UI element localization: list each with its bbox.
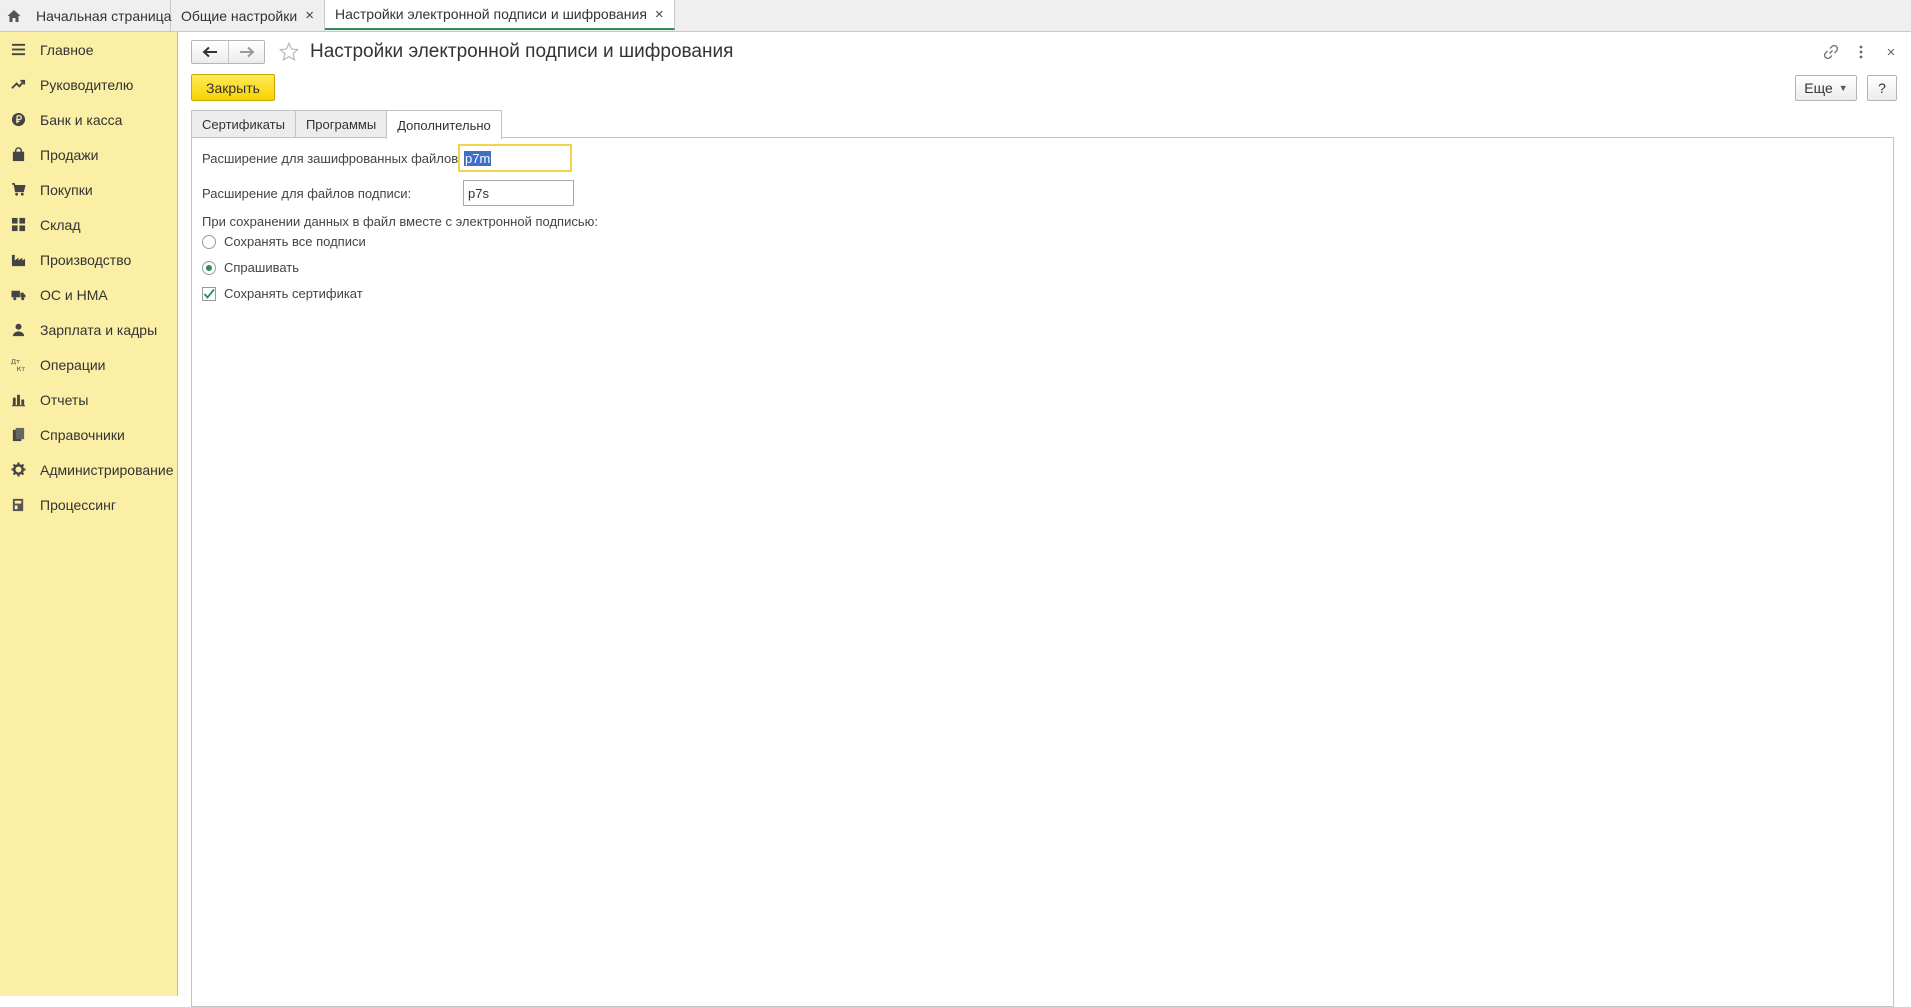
gear-icon xyxy=(10,462,26,478)
signature-ext-field[interactable] xyxy=(463,180,574,206)
trend-icon xyxy=(10,77,26,93)
radio-button-selected[interactable] xyxy=(202,260,216,275)
save-certificate-row[interactable]: Сохранять сертификат xyxy=(202,286,363,301)
forward-button[interactable] xyxy=(228,41,264,63)
encrypted-ext-row: Расширение для зашифрованных файлов: p7m xyxy=(202,144,572,172)
link-icon[interactable] xyxy=(1821,42,1841,62)
close-button[interactable]: Закрыть xyxy=(191,74,275,101)
tab-additional[interactable]: Дополнительно xyxy=(386,110,502,139)
signature-ext-row: Расширение для файлов подписи: xyxy=(202,180,574,206)
signature-ext-label: Расширение для файлов подписи: xyxy=(202,185,412,201)
sidebar-item-salary[interactable]: Зарплата и кадры xyxy=(0,312,177,347)
sidebar-item-label: Администрирование xyxy=(40,461,174,478)
save-certificate-label: Сохранять сертификат xyxy=(224,286,363,301)
sidebar-item-label: Склад xyxy=(40,216,81,233)
radio-label: Спрашивать xyxy=(224,260,300,275)
tab-programs[interactable]: Программы xyxy=(294,110,388,138)
sidebar-item-label: Банк и касса xyxy=(40,111,123,128)
sidebar-item-reports[interactable]: Отчеты xyxy=(0,382,177,417)
tab-home-label: Начальная страница xyxy=(36,7,172,24)
grid-icon xyxy=(10,217,26,233)
home-icon xyxy=(6,8,22,24)
sidebar-item-label: Справочники xyxy=(40,426,125,443)
sidebar-item-label: Процессинг xyxy=(40,496,116,513)
sidebar-item-sales[interactable]: Продажи xyxy=(0,137,177,172)
window-close-icon[interactable]: × xyxy=(1881,42,1901,62)
top-tab-bar: Начальная страница Общие настройки × Нас… xyxy=(0,0,1911,32)
encrypted-ext-label: Расширение для зашифрованных файлов: xyxy=(202,150,462,166)
ruble-icon xyxy=(10,112,26,128)
back-button[interactable] xyxy=(192,41,228,63)
chevron-down-icon: ▼ xyxy=(1838,83,1848,93)
tab-home[interactable]: Начальная страница xyxy=(0,0,171,31)
radio-dot-icon xyxy=(206,264,212,271)
bag-icon xyxy=(10,147,26,163)
sidebar-item-label: Операции xyxy=(40,356,106,373)
tab-panel-additional: Расширение для зашифрованных файлов: p7m… xyxy=(191,137,1894,1007)
window-controls: × xyxy=(1811,42,1901,62)
sidebar-item-production[interactable]: Производство xyxy=(0,242,177,277)
dt-kt-icon: Дт Кт xyxy=(10,357,26,373)
sidebar-item-purchases[interactable]: Покупки xyxy=(0,172,177,207)
page-title: Настройки электронной подписи и шифрован… xyxy=(310,41,734,62)
encrypted-ext-field[interactable]: p7m xyxy=(458,144,572,172)
sidebar-item-label: Главное xyxy=(40,41,94,58)
main-area: Настройки электронной подписи и шифрован… xyxy=(179,32,1911,1007)
bar-chart-icon xyxy=(10,392,26,408)
tab-signature-settings[interactable]: Настройки электронной подписи и шифрован… xyxy=(324,0,675,30)
save-caption: При сохранении данных в файл вместе с эл… xyxy=(202,214,598,229)
menu-icon xyxy=(10,42,26,58)
tab-general-settings[interactable]: Общие настройки × xyxy=(171,0,325,31)
sidebar-item-fixed-assets[interactable]: ОС и НМА xyxy=(0,277,177,312)
radio-save-all[interactable]: Сохранять все подписи xyxy=(202,234,366,249)
truck-icon xyxy=(10,287,26,303)
close-icon[interactable]: × xyxy=(655,7,664,22)
form-tabs: Сертификаты Программы Дополнительно xyxy=(191,110,502,139)
encrypted-ext-value: p7m xyxy=(464,150,492,166)
favorite-star-icon[interactable] xyxy=(277,40,301,64)
more-button[interactable]: Еще ▼ xyxy=(1795,75,1857,101)
sidebar-item-operations[interactable]: Дт Кт Операции xyxy=(0,347,177,382)
sidebar-item-label: Руководителю xyxy=(40,76,134,93)
books-icon xyxy=(10,427,26,443)
more-button-label: Еще xyxy=(1804,80,1833,96)
arrow-left-icon xyxy=(202,46,217,58)
radio-label: Сохранять все подписи xyxy=(224,234,366,249)
tab-general-settings-label: Общие настройки xyxy=(181,7,298,24)
checkmark-icon xyxy=(203,288,215,299)
sidebar-item-administration[interactable]: Администрирование xyxy=(0,452,177,487)
processing-icon xyxy=(10,497,26,513)
more-vertical-icon[interactable] xyxy=(1851,42,1871,62)
sidebar-item-label: ОС и НМА xyxy=(40,286,108,303)
factory-icon xyxy=(10,252,26,268)
cart-icon xyxy=(10,182,26,198)
nav-buttons xyxy=(191,40,265,64)
sidebar-item-processing[interactable]: Процессинг xyxy=(0,487,177,522)
radio-button[interactable] xyxy=(202,234,216,249)
person-icon xyxy=(10,322,26,338)
sidebar-item-warehouse[interactable]: Склад xyxy=(0,207,177,242)
sidebar: Главное Руководителю Банк и касса Продаж… xyxy=(0,32,178,996)
save-certificate-checkbox[interactable] xyxy=(202,286,216,301)
sidebar-item-manager[interactable]: Руководителю xyxy=(0,67,177,102)
sidebar-item-label: Продажи xyxy=(40,146,99,163)
sidebar-item-label: Производство xyxy=(40,251,132,268)
sidebar-item-label: Отчеты xyxy=(40,391,89,408)
sidebar-item-bank[interactable]: Банк и касса xyxy=(0,102,177,137)
help-button[interactable]: ? xyxy=(1867,75,1897,101)
sidebar-item-label: Зарплата и кадры xyxy=(40,321,158,338)
radio-ask[interactable]: Спрашивать xyxy=(202,260,299,275)
close-icon[interactable]: × xyxy=(305,8,314,23)
tab-signature-settings-label: Настройки электронной подписи и шифрован… xyxy=(334,6,647,22)
sidebar-item-catalogs[interactable]: Справочники xyxy=(0,417,177,452)
tab-certificates[interactable]: Сертификаты xyxy=(191,110,296,138)
sidebar-item-main[interactable]: Главное xyxy=(0,32,177,67)
form-header: Настройки электронной подписи и шифрован… xyxy=(191,40,733,64)
svg-text:Кт: Кт xyxy=(16,365,25,372)
arrow-right-icon xyxy=(239,46,254,58)
sidebar-item-label: Покупки xyxy=(40,181,93,198)
